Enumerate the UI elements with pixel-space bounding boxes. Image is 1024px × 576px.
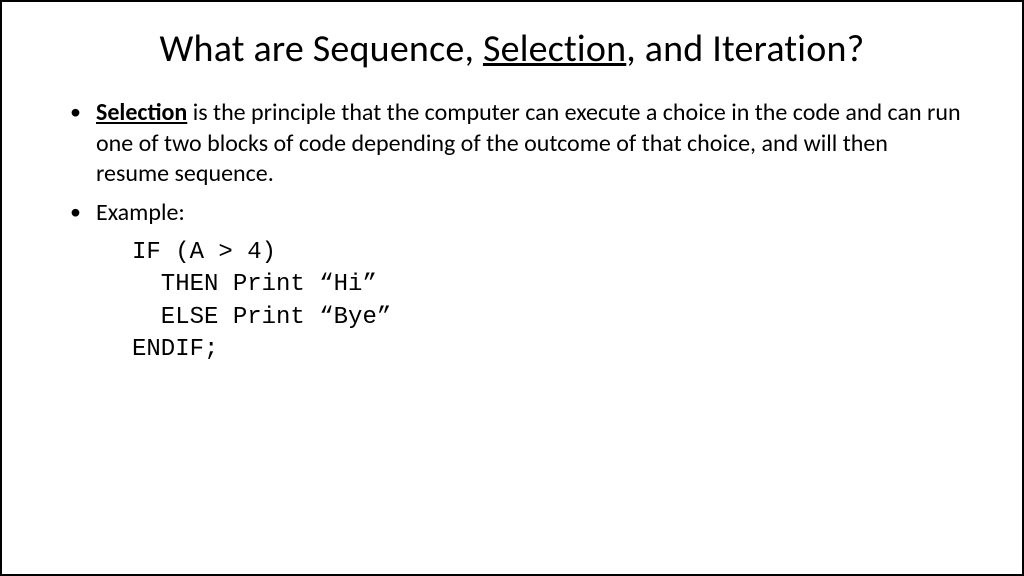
title-part3: , and Iteration? xyxy=(626,26,864,72)
bullet-list: Selection is the principle that the comp… xyxy=(62,98,962,229)
bullet-rest-text: is the principle that the computer can e… xyxy=(96,98,961,188)
code-line-1: IF (A > 4) xyxy=(132,239,276,266)
bullet-item-selection: Selection is the principle that the comp… xyxy=(62,98,962,190)
code-block: IF (A > 4) THEN Print “Hi” ELSE Print “B… xyxy=(132,237,962,367)
bullet-example-label: Example: xyxy=(96,198,185,227)
code-line-2: THEN Print “Hi” xyxy=(132,271,377,298)
title-underlined: Selection xyxy=(483,26,626,72)
bullet-bold-term: Selection xyxy=(96,98,187,127)
slide-title: What are Sequence, Selection, and Iterat… xyxy=(62,26,962,72)
bullet-item-example: Example: xyxy=(62,198,962,229)
title-part1: What are Sequence, xyxy=(160,26,483,72)
code-line-4: ENDIF; xyxy=(132,336,218,363)
slide: What are Sequence, Selection, and Iterat… xyxy=(0,0,1024,576)
code-line-3: ELSE Print “Bye” xyxy=(132,304,391,331)
